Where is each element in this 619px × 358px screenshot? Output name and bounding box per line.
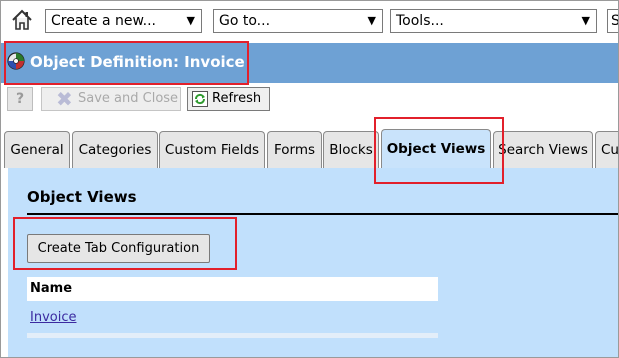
go-to-label: Go to... (219, 13, 271, 29)
refresh-icon (192, 91, 208, 107)
column-header: Name (30, 281, 73, 296)
refresh-button[interactable]: Refresh (187, 87, 270, 111)
tab-general[interactable]: General (4, 131, 70, 168)
tab-bar: General Categories Custom Fields Forms B… (1, 129, 619, 169)
chevron-down-icon: ▼ (581, 14, 590, 27)
go-to-dropdown[interactable]: Go to... ▼ (213, 9, 383, 33)
invoice-link[interactable]: Invoice (30, 310, 76, 325)
refresh-label: Refresh (212, 91, 262, 106)
object-definition-icon (7, 52, 25, 70)
search-label: S (611, 13, 618, 29)
tab-categories[interactable]: Categories (72, 131, 158, 168)
tab-label: Cu (601, 142, 619, 158)
tab-label: Search Views (498, 142, 588, 158)
close-icon: ✖ (56, 87, 73, 111)
content-panel: Object Views Create Tab Configuration Na… (8, 168, 618, 357)
title-bar: Object Definition: Invoice (1, 43, 618, 83)
home-icon[interactable] (10, 8, 34, 32)
top-toolbar: Create a new... ▼ Go to... ▼ Tools... ▼ … (1, 1, 618, 41)
tab-label: Custom Fields (164, 142, 260, 158)
table-row: Invoice (27, 308, 438, 328)
create-new-dropdown[interactable]: Create a new... ▼ (45, 9, 202, 33)
create-new-label: Create a new... (51, 13, 156, 29)
chevron-down-icon: ▼ (186, 14, 195, 27)
tab-cu[interactable]: Cu (595, 131, 619, 168)
search-dropdown[interactable]: S (607, 9, 618, 33)
save-and-close-button[interactable]: ✖ Save and Close (41, 87, 181, 111)
tab-search-views[interactable]: Search Views (493, 131, 593, 168)
tab-custom-fields[interactable]: Custom Fields (159, 131, 265, 168)
page-title: Object Definition: Invoice (30, 53, 245, 71)
chevron-down-icon: ▼ (367, 14, 376, 27)
table-footer (27, 333, 438, 338)
tab-label: Blocks (329, 142, 373, 158)
tab-label: Forms (273, 142, 316, 158)
tab-blocks[interactable]: Blocks (323, 131, 379, 168)
section-title: Object Views (27, 188, 137, 206)
tools-dropdown[interactable]: Tools... ▼ (390, 9, 597, 33)
tab-forms[interactable]: Forms (267, 131, 322, 168)
action-row: ? ✖ Save and Close Refresh (1, 83, 618, 117)
help-button[interactable]: ? (7, 87, 33, 111)
tab-label: Object Views (386, 141, 486, 157)
tab-object-views[interactable]: Object Views (381, 129, 491, 169)
tools-label: Tools... (396, 13, 444, 29)
create-tab-configuration-label: Create Tab Configuration (37, 241, 200, 256)
app-window: Create a new... ▼ Go to... ▼ Tools... ▼ … (0, 0, 619, 358)
tab-label: Categories (78, 142, 152, 158)
table-header-name: Name (27, 277, 438, 301)
create-tab-configuration-button[interactable]: Create Tab Configuration (27, 234, 210, 263)
tab-label: General (10, 142, 64, 158)
save-and-close-label: Save and Close (78, 91, 179, 106)
section-divider (27, 213, 618, 215)
help-button-label: ? (15, 91, 25, 107)
